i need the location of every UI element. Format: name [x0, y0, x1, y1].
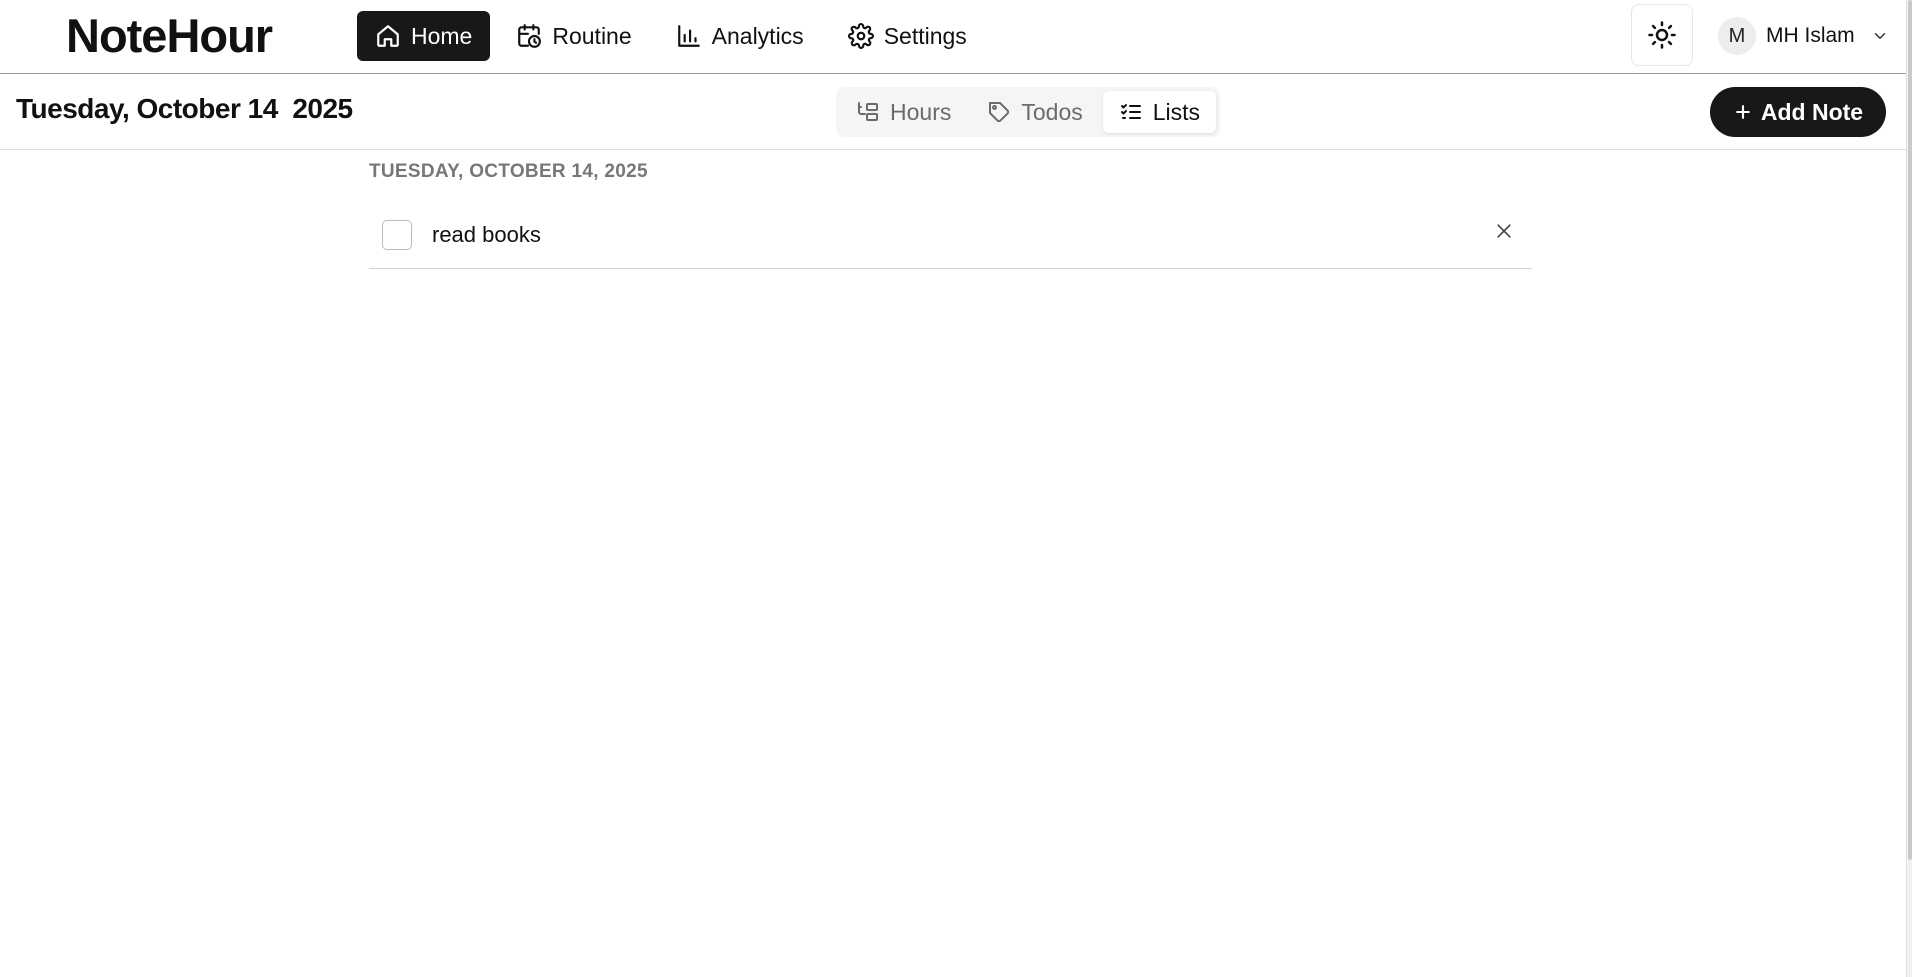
- add-note-button[interactable]: Add Note: [1710, 87, 1886, 137]
- nav-analytics[interactable]: Analytics: [658, 11, 822, 61]
- page-title: Tuesday, October 14 2025: [16, 93, 353, 124]
- calendar-clock-icon: [518, 24, 542, 48]
- sun-icon: [1648, 21, 1676, 49]
- nav-analytics-label: Analytics: [711, 22, 804, 49]
- plus-icon: [1736, 105, 1750, 119]
- nav-routine[interactable]: Routine: [498, 11, 649, 61]
- nav-settings-label: Settings: [883, 22, 967, 49]
- view-tabs: Hours Todos Lists: [836, 87, 1221, 137]
- brand-logo[interactable]: NoteHour: [66, 8, 273, 64]
- list-item-text[interactable]: read books: [432, 222, 541, 248]
- tab-hours-label: Hours: [890, 98, 952, 125]
- home-icon: [377, 25, 399, 47]
- nav-home-label: Home: [411, 22, 473, 49]
- checklist-icon: [1120, 104, 1141, 119]
- list-date-heading: TUESDAY, OCTOBER 14, 2025: [369, 161, 648, 182]
- tag-icon: [989, 102, 1010, 123]
- delete-item-button[interactable]: [1490, 217, 1518, 245]
- user-menu[interactable]: M MH Islam: [1718, 16, 1889, 56]
- tab-hours[interactable]: Hours: [840, 91, 967, 133]
- add-note-label: Add Note: [1760, 98, 1864, 125]
- top-navbar: NoteHour Home Routine Analytics Settings…: [0, 0, 1906, 74]
- list-section: TUESDAY, OCTOBER 14, 2025 read books: [369, 161, 1532, 269]
- user-name: MH Islam: [1766, 24, 1855, 47]
- tab-todos[interactable]: Todos: [971, 91, 1098, 133]
- chevron-down-icon: [1874, 33, 1885, 39]
- tab-lists[interactable]: Lists: [1102, 91, 1217, 133]
- date-toolbar: Tuesday, October 14 2025 Hours Todos Lis…: [0, 75, 1906, 150]
- page-scrollbar[interactable]: [1906, 0, 1912, 977]
- nav-home[interactable]: Home: [357, 11, 491, 61]
- list-item: read books: [369, 195, 1532, 269]
- tab-lists-label: Lists: [1152, 98, 1201, 125]
- main-nav: Home Routine Analytics Settings: [357, 11, 985, 61]
- nav-settings[interactable]: Settings: [830, 11, 985, 61]
- list-item-checkbox[interactable]: [382, 220, 412, 250]
- bar-chart-icon: [677, 25, 700, 47]
- hours-icon: [858, 102, 878, 121]
- tab-todos-label: Todos: [1021, 98, 1083, 125]
- gear-icon: [847, 23, 874, 49]
- theme-toggle-button[interactable]: [1631, 4, 1693, 66]
- close-icon: [1497, 224, 1511, 238]
- avatar: M: [1718, 17, 1756, 55]
- scrollbar-thumb[interactable]: [1908, 0, 1912, 860]
- nav-routine-label: Routine: [552, 22, 632, 49]
